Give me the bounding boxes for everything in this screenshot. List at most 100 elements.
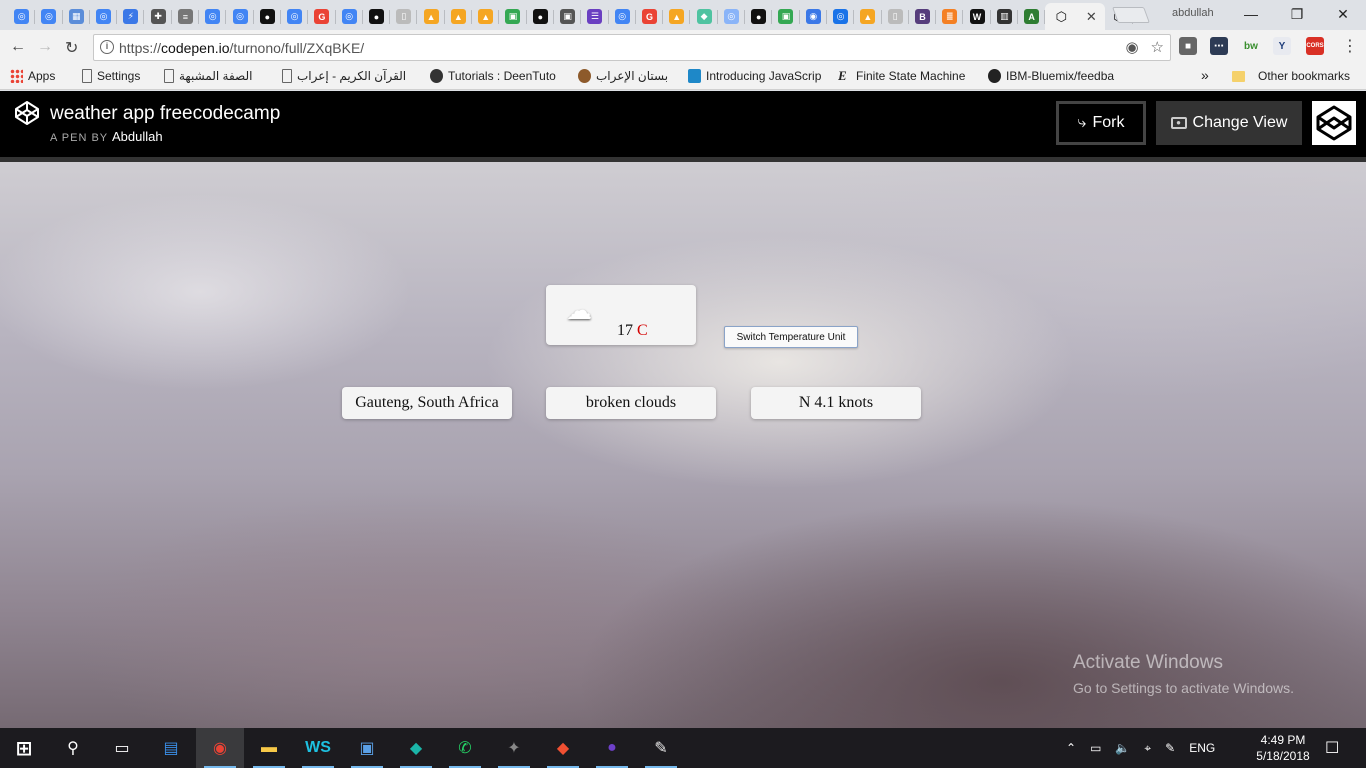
temperature-unit[interactable]: C xyxy=(637,322,648,339)
browser-tab[interactable]: ● xyxy=(527,3,555,30)
fork-button[interactable]: ⤷ Fork xyxy=(1056,101,1146,145)
bookmark-item[interactable]: بستان الإعراب xyxy=(578,69,668,83)
taskbar-item[interactable]: WS xyxy=(294,728,342,768)
taskbar-item[interactable]: ✎ xyxy=(637,728,685,768)
taskbar-item[interactable]: ▬ xyxy=(245,728,293,768)
avatar[interactable] xyxy=(1312,101,1356,145)
taskbar-item[interactable]: ✆ xyxy=(441,728,489,768)
pen-icon[interactable]: ✎ xyxy=(1165,741,1175,755)
chrome-icon: ◉ xyxy=(213,740,227,757)
browser-tab[interactable]: ● xyxy=(363,3,391,30)
extension-icon[interactable]: ⋯ xyxy=(1210,37,1228,55)
browser-tab[interactable]: ● xyxy=(254,3,282,30)
browser-tab[interactable]: ▯ xyxy=(390,3,418,30)
browser-tab[interactable]: ◎ xyxy=(827,3,855,30)
taskbar-item[interactable]: ⊞ xyxy=(0,728,48,768)
bookmark-item[interactable]: الصفة المشبهة xyxy=(164,69,252,83)
clock[interactable]: 4:49 PM 5/18/2018 xyxy=(1250,732,1316,764)
browser-tab[interactable]: ◎ xyxy=(90,3,118,30)
bookmark-apps[interactable]: Apps xyxy=(10,69,55,83)
taskbar-item[interactable]: ✦ xyxy=(490,728,538,768)
browser-tab[interactable]: ⚡ xyxy=(117,3,145,30)
bookmark-star-icon[interactable]: ☆ xyxy=(1151,38,1164,56)
bookmark-item[interactable]: Introducing JavaScrip xyxy=(688,69,824,83)
browser-tab[interactable]: ▣ xyxy=(499,3,527,30)
browser-tab[interactable]: ▥ xyxy=(991,3,1019,30)
bookmark-item[interactable]: E Finite State Machine xyxy=(838,69,965,83)
browser-tab[interactable]: W xyxy=(963,3,991,30)
codepen-logo-icon[interactable] xyxy=(14,100,40,126)
browser-tab[interactable]: ◎ xyxy=(281,3,309,30)
menu-icon[interactable]: ⋮ xyxy=(1342,36,1358,56)
other-bookmarks[interactable]: Other bookmarks xyxy=(1232,69,1350,83)
taskbar-item[interactable]: ⚲ xyxy=(49,728,97,768)
browser-tab[interactable]: ◎ xyxy=(336,3,364,30)
browser-tab[interactable]: ▣ xyxy=(772,3,800,30)
url-text[interactable]: https://codepen.io/turnono/full/ZXqBKE/ xyxy=(119,40,364,56)
taskbar-item[interactable]: ◉ xyxy=(196,728,244,768)
browser-tab[interactable]: ◆ xyxy=(690,3,719,30)
browser-tab[interactable]: ≣ xyxy=(936,3,964,30)
browser-tab[interactable]: ✚ xyxy=(144,3,173,30)
taskbar-item[interactable]: ▭ xyxy=(98,728,146,768)
browser-tab[interactable]: G xyxy=(308,3,336,30)
pen-author[interactable]: Abdullah xyxy=(112,129,163,144)
info-icon[interactable]: i xyxy=(100,40,114,54)
switch-temperature-unit-button[interactable]: Switch Temperature Unit xyxy=(724,326,858,348)
extension-icon[interactable]: bw xyxy=(1242,37,1260,55)
cors-extension-icon[interactable]: CORS xyxy=(1306,37,1324,55)
browser-tab[interactable]: ● xyxy=(745,3,773,30)
browser-tab[interactable]: ≡ xyxy=(172,3,200,30)
browser-tab-active[interactable]: ⬡ ✕ xyxy=(1045,3,1106,30)
close-tab-icon[interactable]: ✕ xyxy=(1086,9,1097,25)
forward-icon[interactable]: → xyxy=(37,38,53,56)
back-icon[interactable]: ← xyxy=(10,38,26,56)
taskbar-item[interactable]: ● xyxy=(588,728,636,768)
browser-tab[interactable]: A xyxy=(1018,3,1046,30)
browser-tab[interactable]: ▦ xyxy=(63,3,91,30)
extension-icon[interactable]: ■ xyxy=(1179,37,1197,55)
browser-tab[interactable]: ◎ xyxy=(35,3,63,30)
wifi-icon[interactable]: ⌖ xyxy=(1144,741,1151,756)
language-indicator[interactable]: ENG xyxy=(1189,741,1215,755)
browser-tab[interactable]: ◎ xyxy=(199,3,227,30)
maximize-icon[interactable]: ❐ xyxy=(1274,0,1320,28)
bookmarks-overflow-icon[interactable]: » xyxy=(1201,67,1209,83)
notifications-icon[interactable]: ☐ xyxy=(1325,728,1339,768)
taskbar-item[interactable]: ◆ xyxy=(392,728,440,768)
address-bar[interactable]: i https://codepen.io/turnono/full/ZXqBKE… xyxy=(93,34,1171,61)
browser-tab[interactable]: ▲ xyxy=(854,3,882,30)
change-view-button[interactable]: ● Change View xyxy=(1156,101,1302,145)
battery-icon[interactable]: ▭ xyxy=(1090,741,1101,755)
reload-icon[interactable]: ↻ xyxy=(65,38,78,58)
browser-tab[interactable]: ◎ xyxy=(226,3,254,30)
browser-tab[interactable]: ▲ xyxy=(472,3,500,30)
chevron-up-icon[interactable]: ⌃ xyxy=(1066,741,1076,755)
volume-icon[interactable]: 🔈 xyxy=(1115,741,1130,755)
profile-name[interactable]: abdullah xyxy=(1172,7,1214,19)
bookmark-item[interactable]: Tutorials : DeenTuto xyxy=(430,69,566,83)
bookmark-item[interactable]: القرآن الكريم - إعراب xyxy=(282,69,418,83)
browser-tab[interactable]: ◎ xyxy=(609,3,637,30)
browser-tab[interactable]: ☰ xyxy=(581,3,609,30)
taskbar-item[interactable]: ▤ xyxy=(147,728,195,768)
browser-tab[interactable]: ▲ xyxy=(445,3,473,30)
browser-tab[interactable]: ◉ xyxy=(800,3,828,30)
browser-tab[interactable]: ▲ xyxy=(417,3,446,30)
bookmark-settings[interactable]: Settings xyxy=(82,69,140,83)
bookmark-item[interactable]: IBM-Bluemix/feedba xyxy=(988,69,1124,83)
location-icon[interactable]: ◉ xyxy=(1125,38,1138,56)
browser-tab[interactable]: ◎ xyxy=(718,3,746,30)
browser-tab[interactable]: ▲ xyxy=(663,3,691,30)
browser-tab[interactable]: B xyxy=(909,3,937,30)
browser-tab[interactable]: G xyxy=(636,3,664,30)
new-tab-button[interactable] xyxy=(1112,7,1150,23)
browser-tab[interactable]: ▯ xyxy=(882,3,910,30)
taskbar-item[interactable]: ▣ xyxy=(343,728,391,768)
browser-tab[interactable]: ◎ xyxy=(8,3,36,30)
browser-tab[interactable]: ▣ xyxy=(554,3,582,30)
minimize-icon[interactable]: — xyxy=(1228,0,1274,28)
taskbar-item[interactable]: ◆ xyxy=(539,728,587,768)
extension-icon[interactable]: Y xyxy=(1273,37,1291,55)
close-icon[interactable]: ✕ xyxy=(1320,0,1366,28)
